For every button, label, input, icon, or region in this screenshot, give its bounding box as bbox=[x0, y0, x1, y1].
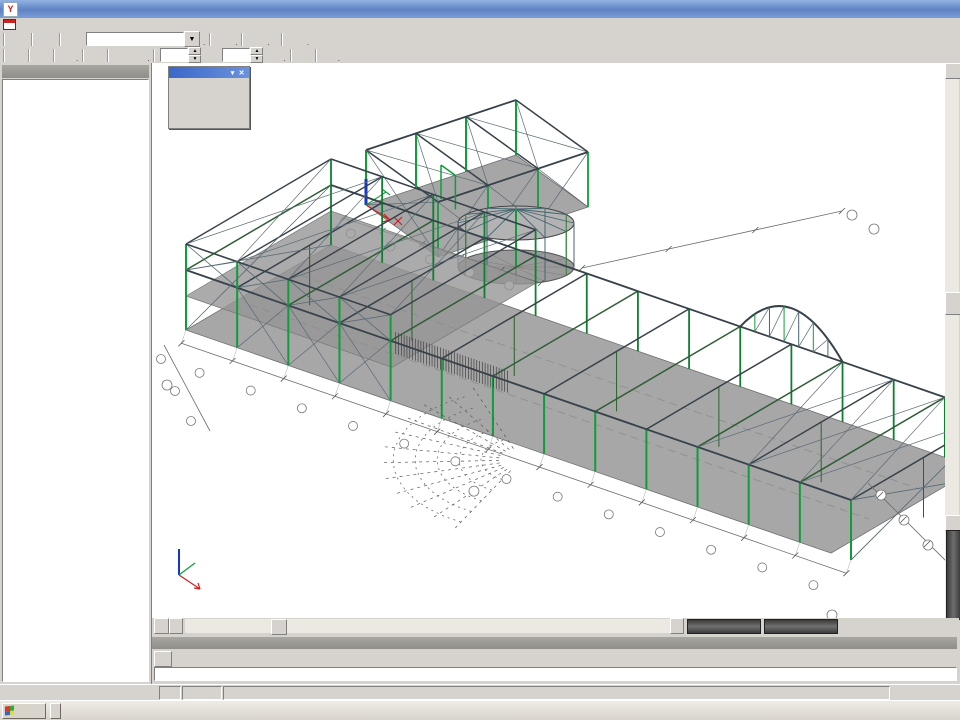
start-button[interactable] bbox=[2, 703, 46, 719]
toolbar-group-view-windows bbox=[286, 32, 304, 47]
close-icon[interactable]: ✕ bbox=[237, 69, 246, 77]
snap-toolbar bbox=[938, 651, 951, 664]
scroll-up-icon[interactable] bbox=[945, 63, 960, 79]
toolbar-group-display bbox=[295, 48, 310, 63]
toolbar-group-library bbox=[129, 48, 144, 63]
model-viewport[interactable]: ▾ ✕ bbox=[151, 63, 959, 634]
stepper-up-icon[interactable]: ▲ bbox=[188, 47, 201, 55]
horizontal-scrollbar[interactable] bbox=[185, 619, 670, 633]
chevron-down-icon[interactable]: ▾ bbox=[228, 69, 237, 77]
page-stepper-input[interactable] bbox=[222, 48, 250, 62]
status-message bbox=[223, 686, 890, 700]
toolbar-overflow-dot[interactable]: . bbox=[283, 55, 285, 63]
toolbar-group-edit bbox=[36, 32, 54, 47]
viewport-bottom-bar bbox=[152, 618, 959, 634]
stepper-down-icon[interactable]: ▼ bbox=[250, 55, 263, 63]
toolbar-separator bbox=[28, 49, 30, 62]
toolbar-overflow-dot[interactable]: . bbox=[76, 55, 78, 63]
status-plane[interactable] bbox=[182, 686, 222, 700]
toolbar-overflow-dot[interactable]: . bbox=[147, 55, 149, 63]
toolbar-separator bbox=[290, 49, 292, 62]
toolbar-separator bbox=[241, 33, 243, 46]
sidebar-header[interactable] bbox=[2, 65, 149, 78]
command-panel-header[interactable] bbox=[152, 637, 957, 649]
command-cursor-button[interactable] bbox=[154, 651, 172, 667]
toolbar-separator bbox=[315, 49, 317, 62]
taskbar bbox=[0, 700, 960, 720]
scroll-down-icon[interactable] bbox=[945, 515, 960, 531]
toolbar-group-file bbox=[8, 32, 26, 47]
toolbar-separator bbox=[3, 33, 5, 46]
toolbar-separator bbox=[53, 49, 55, 62]
model-3d-drawing[interactable] bbox=[152, 63, 945, 618]
application-window: Y ▼ . . bbox=[0, 0, 960, 720]
project-combo: ▼ bbox=[86, 31, 200, 47]
ansicht-palette: ▾ ✕ bbox=[168, 66, 250, 129]
toolbar-overflow-dot[interactable]: . bbox=[307, 39, 309, 47]
toolbar-separator bbox=[153, 49, 155, 62]
toolbar-separator bbox=[209, 33, 211, 46]
scroll-right-icon[interactable] bbox=[670, 618, 684, 634]
taskbar-app-button[interactable] bbox=[50, 703, 61, 719]
toolbar-overflow-dot[interactable]: . bbox=[338, 55, 340, 63]
project-combo-input[interactable] bbox=[86, 32, 184, 46]
palette-row-views bbox=[169, 78, 249, 94]
view-flags-toolbar bbox=[154, 618, 169, 634]
toolbar-standard: ▼ . . . . bbox=[0, 31, 960, 48]
toolbar-group-windows-gray bbox=[87, 48, 102, 63]
docked-panel-edge-vertical bbox=[946, 530, 960, 620]
command-input-wrap bbox=[154, 667, 957, 681]
toolbar-group-members bbox=[8, 48, 23, 63]
scroll-left-icon[interactable] bbox=[169, 618, 183, 634]
status-bar bbox=[0, 684, 960, 701]
toolbar-group-select bbox=[33, 48, 48, 63]
app-icon: Y bbox=[3, 2, 18, 17]
toolbar-separator bbox=[107, 49, 109, 62]
horizontal-scroll-thumb[interactable] bbox=[271, 619, 287, 635]
status-spacer bbox=[0, 686, 158, 700]
toolbar-overflow-dot[interactable]: . bbox=[267, 39, 269, 47]
sidebar-menubaum bbox=[0, 63, 152, 684]
toolbar-group-window bbox=[64, 32, 82, 47]
page-stepper: ▲▼ bbox=[222, 47, 263, 63]
toolbar-group-move bbox=[58, 48, 73, 63]
toolbar-group-magnet bbox=[203, 48, 218, 63]
windows-flag-icon bbox=[5, 706, 14, 716]
menu-tree bbox=[3, 80, 148, 95]
toolbar-group-erase bbox=[112, 48, 127, 63]
docked-panel-edge-2 bbox=[764, 619, 838, 634]
taskbar-buttons bbox=[50, 703, 61, 719]
palette-titlebar[interactable]: ▾ ✕ bbox=[169, 67, 249, 78]
stepper-down-icon[interactable]: ▼ bbox=[188, 55, 201, 63]
toolbar-overflow-dot[interactable]: . bbox=[235, 39, 237, 47]
palette-row-zoom bbox=[169, 94, 249, 110]
toolbar-group-tools bbox=[246, 32, 264, 47]
status-units[interactable] bbox=[159, 686, 181, 700]
toolbar-group-project bbox=[214, 32, 232, 47]
toolbar-separator bbox=[281, 33, 283, 46]
docked-panel-edge-1 bbox=[687, 619, 761, 634]
toolbar-separator bbox=[59, 33, 61, 46]
sidebar-tree-panel bbox=[2, 79, 149, 682]
document-window-icon[interactable] bbox=[3, 19, 16, 30]
command-input[interactable] bbox=[154, 667, 957, 681]
stepper-up-icon[interactable]: ▲ bbox=[250, 47, 263, 55]
toolbar-separator bbox=[31, 33, 33, 46]
command-panel bbox=[151, 637, 960, 684]
menu-bar bbox=[0, 18, 960, 32]
toolbar-group-extra bbox=[320, 48, 335, 63]
toolbar-group-zoomtools bbox=[265, 48, 280, 63]
toolbar-overflow-dot[interactable]: . bbox=[203, 39, 205, 47]
scale-stepper-input[interactable] bbox=[160, 48, 188, 62]
toolbar-separator bbox=[82, 49, 84, 62]
chevron-down-icon[interactable]: ▼ bbox=[184, 31, 200, 47]
palette-row-render bbox=[169, 110, 249, 128]
vertical-scroll-thumb[interactable] bbox=[945, 292, 960, 315]
status-snap-mode[interactable] bbox=[891, 686, 959, 700]
title-bar[interactable]: Y bbox=[0, 0, 960, 18]
toolbar-separator bbox=[3, 49, 5, 62]
toolbar-modify: . . ▲▼ ▲▼ . bbox=[0, 47, 960, 64]
scale-stepper: ▲▼ bbox=[160, 47, 201, 63]
